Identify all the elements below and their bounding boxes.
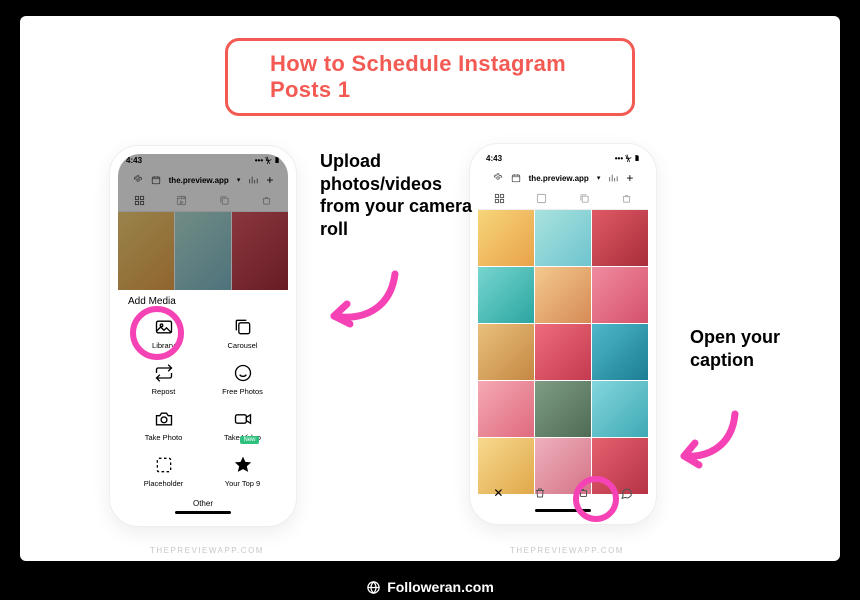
bag-icon[interactable] [621,193,632,204]
repost-icon [154,363,174,383]
sheet-title: Add Media [118,290,288,309]
new-badge: New [240,436,258,444]
phone-mockup-right: 4:43 ••• ⏧ ▮ the.preview.app ▾ + [470,144,656,524]
smile-icon [233,363,253,383]
grid-icon[interactable] [494,193,505,204]
globe-icon [366,580,381,595]
account-name[interactable]: the.preview.app [529,174,589,183]
copy-icon[interactable] [579,193,590,204]
video-icon [233,409,253,429]
arrow-caption [670,406,750,476]
chevron-down-icon[interactable]: ▾ [597,174,601,182]
media-option-placeholder[interactable]: Placeholder [124,449,203,493]
footer-watermark: Followeran.com [0,579,860,595]
status-time: 4:43 [486,154,502,168]
close-icon[interactable]: ✕ [493,486,503,500]
tab-bar [478,188,648,210]
gear-icon[interactable] [493,173,503,183]
reels-icon[interactable] [536,193,547,204]
dim-overlay [118,154,288,290]
status-bar: 4:43 ••• ⏧ ▮ [478,152,648,168]
media-option-takephoto[interactable]: Take Photo [124,403,203,447]
trash-icon[interactable] [534,487,546,499]
page-title-box: How to Schedule Instagram Posts 1 [225,38,635,116]
plus-icon[interactable]: + [626,171,633,185]
placeholder-icon [154,455,174,475]
app-header: the.preview.app ▾ + [478,168,648,188]
highlight-circle-library [130,306,184,360]
calendar-icon[interactable] [511,173,521,183]
footer-text: Followeran.com [387,579,494,595]
arrow-upload [320,266,410,336]
star-icon [233,455,253,475]
document-canvas: How to Schedule Instagram Posts 1 4:43 •… [20,16,840,561]
status-icons: ••• ⏧ ▮ [615,154,640,168]
phone-mockup-left: 4:43 ••• ⏧ ▮ the.preview.app ▾ + [110,146,296,526]
home-indicator [175,511,231,514]
source-label: THEPREVIEWAPP.COM [150,546,264,555]
media-option-top9[interactable]: New Your Top 9 [203,449,282,493]
other-row[interactable]: Other••• [118,495,288,518]
media-option-carousel[interactable]: Carousel [203,311,282,355]
camera-icon [154,409,174,429]
page-title: How to Schedule Instagram Posts 1 [270,51,566,102]
callout-caption: Open your caption [690,326,780,371]
source-label: THEPREVIEWAPP.COM [510,546,624,555]
callout-upload: Upload photos/videos from your camera ro… [320,150,480,240]
feed-grid[interactable] [478,210,648,494]
media-option-repost[interactable]: Repost [124,357,203,401]
caption-icon[interactable] [620,487,633,500]
media-option-freephotos[interactable]: Free Photos [203,357,282,401]
highlight-circle-caption [573,476,619,522]
carousel-icon [233,317,253,337]
selection-toolbar: ✕ [478,480,648,506]
analytics-icon[interactable] [608,173,618,183]
